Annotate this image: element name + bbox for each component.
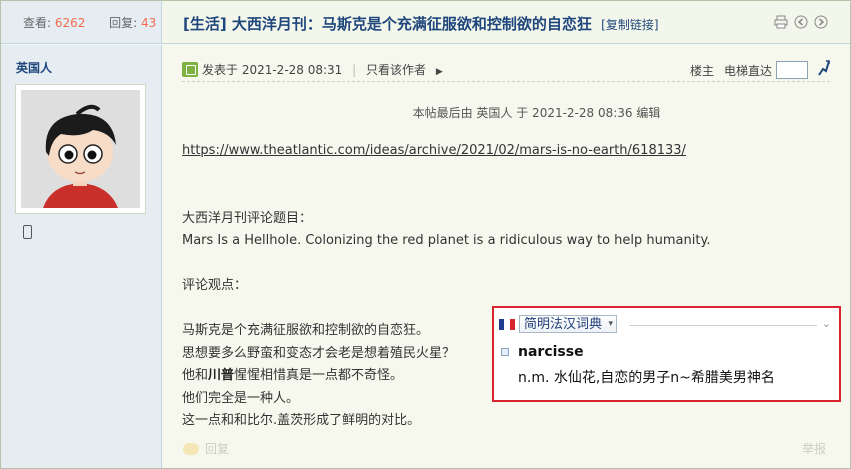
flag-icon	[499, 318, 515, 330]
topic-label: 大西洋月刊评论题目：	[182, 210, 313, 226]
replies-label: 回复:	[109, 16, 138, 30]
only-author-link[interactable]: 只看该作者	[366, 63, 426, 77]
prev-thread-icon[interactable]	[794, 15, 808, 29]
reply-icon	[183, 442, 199, 455]
dictionary-select[interactable]: 简明法汉词典	[519, 315, 618, 333]
post-meta: 发表于 2021-2-28 08:31 | 只看该作者 ▶ 楼主 电梯直达	[182, 60, 830, 82]
paragraph-line: 这一点和和比尔.盖茨形成了鲜明的对比。	[182, 413, 421, 428]
author-name[interactable]: 英国人	[16, 59, 52, 76]
bold-keyword: 川普	[208, 368, 235, 383]
avatar-frame[interactable]	[15, 84, 146, 214]
views-count: 6262	[54, 16, 86, 30]
topic-text: Mars Is a Hellhole. Colonizing the red p…	[182, 233, 711, 248]
dictionary-popup: 简明法汉词典 ⌄ narcisse n.m. 水仙花,自恋的男子n~希腊美男神名	[492, 306, 841, 402]
floor-label: 楼主	[689, 63, 714, 78]
thread-stats: 查看: 6262 回复: 43	[1, 1, 162, 43]
title-bar: [生活] 大西洋月刊：马斯克是个充满征服欲和控制欲的自恋狂 [复制链接]	[163, 1, 850, 43]
report-button[interactable]: 举报	[802, 440, 826, 457]
dictionary-definition: n.m. 水仙花,自恋的男子n~希腊美男神名	[518, 370, 775, 386]
floor-jump-input[interactable]	[776, 61, 808, 79]
dictionary-word: narcisse	[518, 344, 584, 360]
thread-header: 查看: 6262 回复: 43 [生活] 大西洋月刊：马斯克是个充满征服欲和控制…	[1, 1, 850, 44]
thread-title: [生活] 大西洋月刊：马斯克是个充满征服欲和控制欲的自恋狂	[183, 15, 592, 33]
replies-count: 43	[140, 16, 157, 30]
chevron-down-icon[interactable]: ⌄	[822, 317, 831, 330]
reply-button[interactable]: 回复	[183, 440, 229, 457]
expand-entry-icon[interactable]	[501, 348, 509, 356]
post-body: 发表于 2021-2-28 08:31 | 只看该作者 ▶ 楼主 电梯直达 本帖…	[163, 45, 850, 468]
mobile-icon	[23, 225, 32, 239]
next-thread-icon[interactable]	[814, 15, 828, 29]
online-status-icon	[182, 62, 198, 77]
go-floor-icon[interactable]	[816, 60, 830, 80]
opinion-label: 评论观点：	[182, 278, 248, 293]
reply-label: 回复	[205, 442, 230, 456]
print-icon[interactable]	[774, 15, 788, 29]
edit-note: 本帖最后由 英国人 于 2021-2-28 08:36 编辑	[412, 106, 661, 120]
author-sidebar: 英国人	[1, 45, 162, 468]
jump-label: 电梯直达	[723, 63, 772, 78]
arrow-right-icon: ▶	[435, 67, 443, 77]
thread-frame: 查看: 6262 回复: 43 [生活] 大西洋月刊：马斯克是个充满征服欲和控制…	[0, 0, 851, 469]
avatar[interactable]	[21, 90, 140, 208]
views-label: 查看:	[23, 16, 52, 30]
article-link[interactable]: https://www.theatlantic.com/ideas/archiv…	[182, 143, 686, 158]
copy-link-button[interactable]: [复制链接]	[601, 18, 658, 32]
post-date: 发表于 2021-2-28 08:31	[202, 63, 343, 77]
